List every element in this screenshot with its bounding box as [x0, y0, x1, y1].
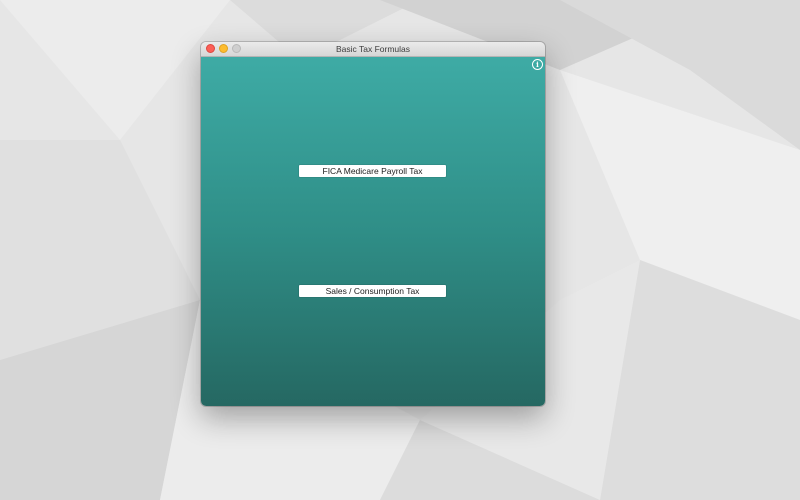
desktop: Basic Tax Formulas i FICA Medicare Payro… [0, 0, 800, 500]
main-content: i FICA Medicare Payroll Tax Sales / Cons… [201, 57, 545, 406]
sales-consumption-tax-button[interactable]: Sales / Consumption Tax [299, 285, 446, 297]
window-title: Basic Tax Formulas [335, 44, 410, 54]
fica-medicare-payroll-tax-button[interactable]: FICA Medicare Payroll Tax [299, 165, 446, 177]
app-window: Basic Tax Formulas i FICA Medicare Payro… [201, 42, 545, 406]
info-icon[interactable]: i [532, 59, 543, 70]
title-bar[interactable]: Basic Tax Formulas [201, 42, 545, 57]
